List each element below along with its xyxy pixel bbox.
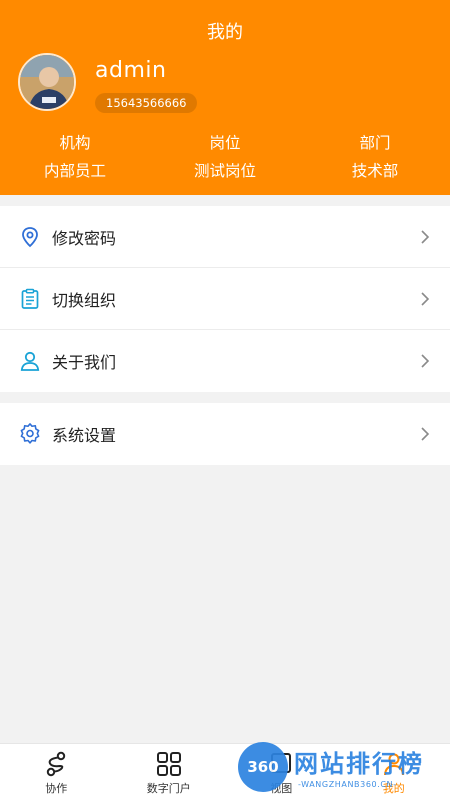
info-label: 部门	[359, 134, 391, 152]
profile-header: 我的 admin 15643566666 机构 内部员工 岗位 测试岗位 部门 …	[0, 0, 450, 195]
menu-item-switch-organization[interactable]: 切换组织	[0, 268, 450, 330]
info-value: 技术部	[351, 162, 399, 180]
menu-item-label: 修改密码	[52, 228, 117, 248]
tab-collaboration[interactable]: 协作	[0, 744, 113, 800]
tab-label: 协作	[45, 782, 68, 795]
share-icon	[47, 751, 66, 777]
info-label: 岗位	[209, 134, 241, 152]
chevron-right-icon	[421, 427, 430, 441]
menu-item-label: 切换组织	[52, 290, 117, 310]
clipboard-icon	[21, 288, 39, 309]
grid-icon	[156, 752, 181, 776]
gear-icon	[20, 423, 40, 444]
menu-group-system: 系统设置	[0, 403, 450, 465]
tab-view[interactable]: 视图	[225, 744, 338, 800]
avatar-image	[20, 55, 74, 109]
user-icon	[20, 351, 40, 371]
menu-group-account: 修改密码 切换组织 关于我们	[0, 206, 450, 392]
chevron-right-icon	[421, 354, 430, 368]
chevron-right-icon	[421, 229, 430, 244]
info-org: 机构 内部员工	[0, 133, 150, 181]
menu-item-label: 关于我们	[52, 353, 117, 372]
info-value: 测试岗位	[193, 162, 256, 180]
menu-item-about-us[interactable]: 关于我们	[0, 330, 450, 392]
avatar[interactable]	[18, 53, 76, 111]
bottom-tab-bar: 协作 数字门户 视图 我的	[0, 743, 450, 800]
menu-item-change-password[interactable]: 修改密码	[0, 206, 450, 268]
chevron-right-icon	[421, 291, 430, 306]
tab-label: 我的	[382, 782, 405, 795]
tab-label: 数字门户	[146, 782, 191, 795]
username: admin	[95, 58, 167, 83]
tab-mine[interactable]: 我的	[338, 744, 450, 800]
info-department: 部门 技术部	[300, 133, 450, 181]
menu-item-system-settings[interactable]: 系统设置	[0, 403, 450, 465]
person-icon	[383, 753, 404, 776]
info-position: 岗位 测试岗位	[150, 133, 300, 181]
tab-digital-portal[interactable]: 数字门户	[113, 744, 226, 800]
location-pin-icon	[22, 226, 38, 247]
view-icon	[271, 753, 292, 773]
user-info-grid: 机构 内部员工 岗位 测试岗位 部门 技术部	[0, 133, 450, 181]
menu-item-label: 系统设置	[52, 426, 117, 445]
phone-badge: 15643566666	[95, 93, 198, 113]
info-label: 机构	[59, 134, 91, 152]
page-title: 我的	[207, 22, 243, 43]
tab-label: 视图	[270, 782, 293, 795]
info-value: 内部员工	[43, 162, 106, 180]
